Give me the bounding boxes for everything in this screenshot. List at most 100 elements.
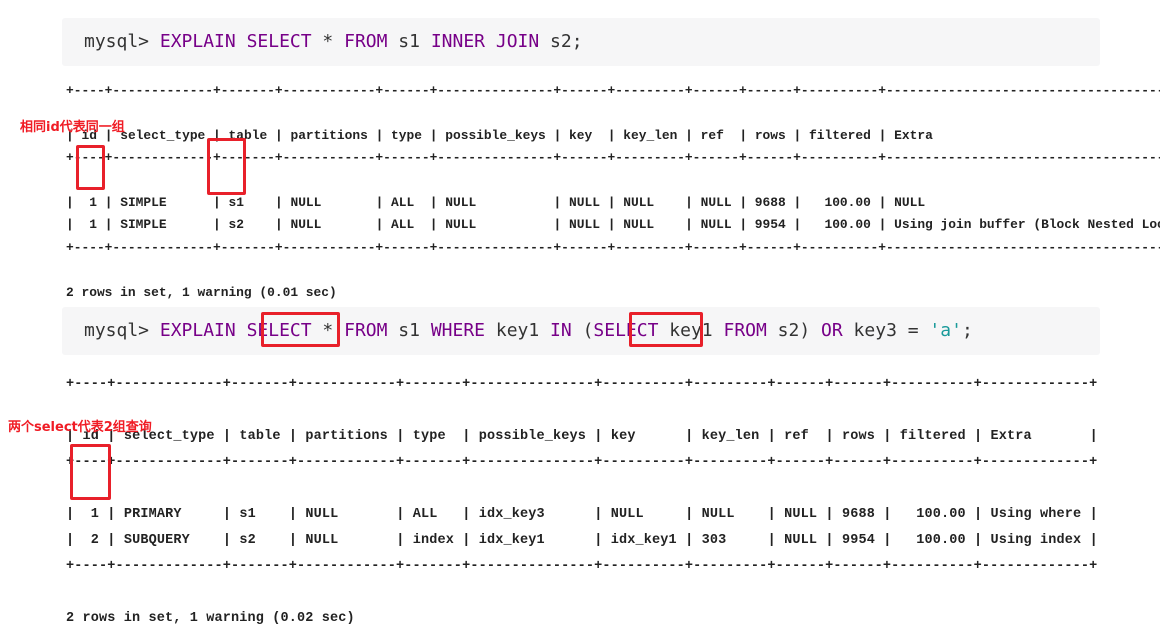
header-rows: rows — [754, 127, 786, 143]
sql-keyword: INNER — [430, 31, 486, 52]
cell-border: | — [66, 507, 91, 522]
sql-text: key1 — [485, 320, 551, 341]
query-1-code-block: mysql> EXPLAIN SELECT * FROM s1 INNER JO… — [62, 18, 1100, 66]
cell-border: | — [594, 507, 611, 522]
cell-border: | — [66, 533, 91, 548]
cell-border: | — [104, 195, 121, 211]
highlight-box-select-inner — [629, 312, 703, 347]
query-2-code-block: mysql> EXPLAIN SELECT * FROM s1 WHERE ke… — [62, 307, 1100, 355]
table-separator: +----+-------------+-------+------------… — [66, 377, 1098, 392]
cell-pad — [735, 507, 768, 522]
table-separator: +----+-------------+-------+------------… — [66, 455, 1098, 470]
cell-key: idx_key1 — [610, 533, 677, 548]
cell-rows: 9688 — [841, 507, 875, 522]
cell-border: | — [739, 127, 755, 143]
cell-table: s1 — [239, 507, 256, 522]
cell-Extra: NULL — [894, 195, 926, 211]
cell-pad — [1081, 533, 1089, 548]
cell-border: | — [685, 217, 701, 233]
cell-border: | — [883, 429, 900, 444]
cell-border: | — [375, 195, 392, 211]
cell-border: | — [685, 429, 702, 444]
header-possible-keys: possible_keys — [478, 429, 587, 444]
cell-pad — [786, 195, 794, 210]
cell-border: | — [974, 429, 991, 444]
cell-border: | — [107, 533, 124, 548]
cell-Extra: Using where — [990, 507, 1082, 522]
cell-border: | — [396, 429, 413, 444]
cell-pad — [786, 128, 794, 143]
cell-pad — [368, 128, 376, 143]
cell-border: | — [66, 195, 90, 211]
cell-border: | — [974, 507, 991, 522]
cell-border: | — [739, 195, 755, 211]
cell-border: | — [594, 533, 611, 548]
sql-text: s1 — [387, 320, 431, 341]
cell-possible-keys: idx_key1 — [478, 533, 545, 548]
header-key: key — [569, 127, 593, 143]
cell-pad — [182, 507, 223, 522]
cell-border: | — [396, 533, 413, 548]
cell-border: | — [288, 507, 306, 522]
sql-text: key3 = — [842, 320, 930, 341]
cell-select-type: PRIMARY — [123, 507, 182, 522]
cell-border: | — [213, 195, 229, 211]
cell-pad — [677, 533, 685, 548]
cell-pad — [97, 195, 105, 210]
cell-border: | — [685, 195, 701, 211]
cell-rows: 9954 — [754, 217, 786, 233]
result-footer: 2 rows in set, 1 warning (0.01 sec) — [66, 284, 337, 300]
sql-keyword: SELECT — [246, 31, 312, 52]
cell-border: | — [274, 217, 291, 233]
cell-pad — [256, 507, 289, 522]
highlight-box-id — [76, 145, 105, 190]
cell-ref: NULL — [700, 217, 732, 233]
sql-keyword: JOIN — [495, 31, 540, 52]
cell-border: | — [974, 533, 991, 548]
cell-Extra: Using index — [990, 533, 1082, 548]
sql-keyword: EXPLAIN — [159, 31, 236, 52]
cell-pad — [267, 128, 275, 143]
cell-pad — [476, 217, 553, 232]
cell-border: | — [607, 195, 624, 211]
cell-pad — [281, 429, 289, 444]
cell-border: | — [883, 533, 917, 548]
cell-type: ALL — [391, 195, 415, 211]
cell-id: 1 — [89, 195, 97, 211]
cell-border: | — [553, 127, 570, 143]
cell-border: | — [222, 507, 240, 522]
cell-id: 1 — [89, 217, 97, 233]
sql-keyword: OR — [821, 320, 843, 341]
cell-border: | — [1089, 533, 1098, 548]
sql-text: s2) — [766, 320, 822, 341]
cell-pad — [871, 128, 879, 143]
cell-pad — [1032, 429, 1090, 444]
cell-pad — [875, 533, 883, 548]
cell-pad — [726, 533, 767, 548]
sql-text: s2; — [539, 31, 583, 52]
cell-border: | — [685, 127, 701, 143]
sql-keyword: IN — [550, 320, 572, 341]
cell-possible-keys: NULL — [445, 195, 477, 211]
cell-border: | — [288, 429, 306, 444]
cell-pad — [167, 195, 213, 210]
cell-key: NULL — [610, 507, 644, 522]
cell-pad — [933, 128, 1160, 143]
cell-pad — [414, 195, 429, 210]
cell-pad — [677, 128, 685, 143]
cell-id: 1 — [90, 507, 100, 522]
cell-id: 2 — [90, 533, 100, 548]
cell-pad — [454, 533, 462, 548]
cell-pad — [759, 429, 767, 444]
cell-pad — [966, 507, 974, 522]
cell-select-type: SUBQUERY — [123, 533, 190, 548]
cell-pad — [786, 217, 794, 232]
result-2-table: +----+-------------+-------+------------… — [66, 372, 1098, 632]
cell-border: | — [739, 217, 755, 233]
cell-key-len: 303 — [701, 533, 727, 548]
cell-pad — [871, 195, 879, 210]
cell-border: | — [825, 533, 842, 548]
cell-select-type: SIMPLE — [120, 195, 167, 211]
cell-filtered: 100.00 — [824, 195, 871, 211]
cell-ref: NULL — [784, 507, 818, 522]
